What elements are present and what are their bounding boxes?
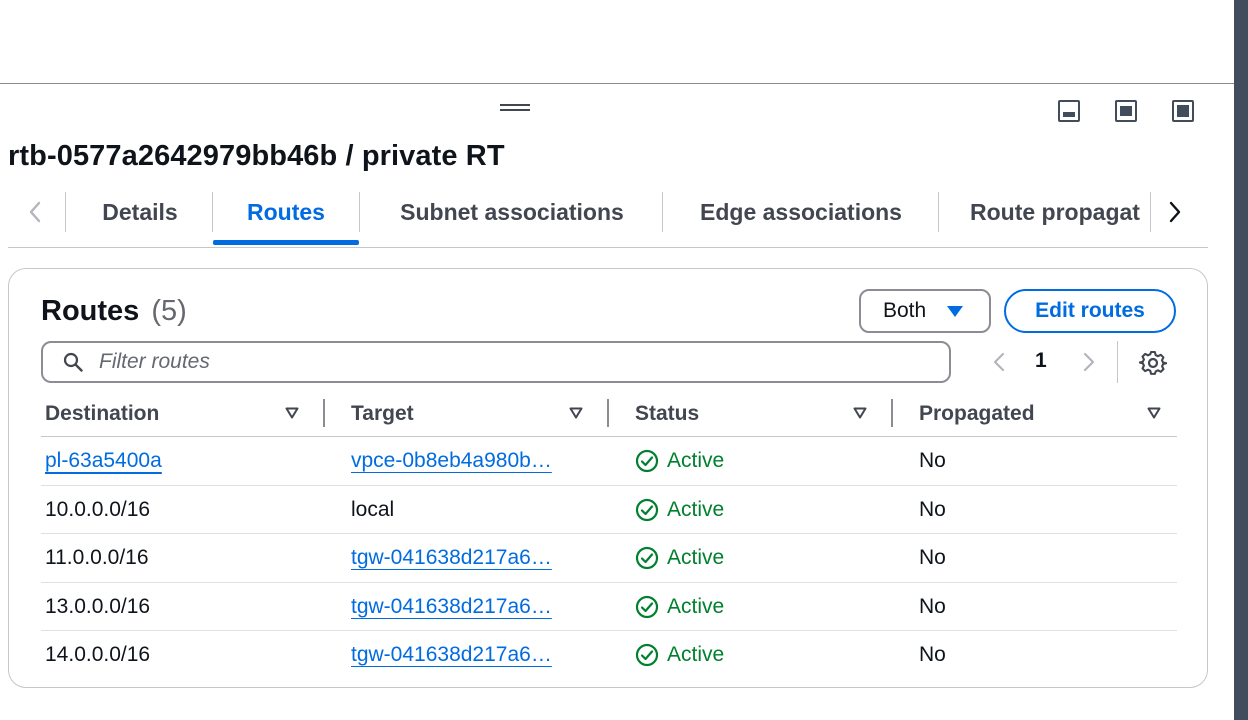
cell-destination: 10.0.0.0/16 [45, 497, 151, 521]
cell-propagated: No [919, 546, 946, 569]
tab-divider [212, 192, 213, 232]
search-icon [63, 352, 83, 372]
cell-target: tgw-041638d217a6… [351, 583, 581, 631]
chevron-left-icon [29, 201, 41, 223]
cell-target: local [351, 497, 395, 521]
cell-status: Active [635, 534, 724, 582]
check-circle-icon [635, 449, 659, 473]
column-resizer[interactable] [323, 399, 325, 427]
target-link[interactable]: tgw-041638d217a6… [351, 546, 552, 570]
tab-divider [65, 192, 66, 232]
page-title: rtb-0577a2642979bb46b / private RT [8, 140, 505, 172]
table-header: Destination Target Status Propagated [41, 391, 1177, 437]
cell-propagated: No [919, 449, 946, 472]
tab-details[interactable]: Details [70, 186, 210, 238]
table-row: 11.0.0.0/16 tgw-041638d217a6… Active No [41, 534, 1177, 583]
column-header-target[interactable]: Target [351, 391, 414, 437]
check-circle-icon [635, 498, 659, 521]
status-text: Active [667, 546, 725, 569]
target-link[interactable]: vpce-0b8eb4a980b… [351, 449, 552, 473]
tabs-scroll-left-button[interactable] [8, 186, 62, 238]
cell-target: vpce-0b8eb4a980b… [351, 437, 581, 485]
tab-divider [359, 192, 360, 232]
tab-route-propagation[interactable]: Route propagat [970, 186, 1150, 238]
target-link[interactable]: tgw-041638d217a6… [351, 595, 552, 619]
table-row: 13.0.0.0/16 tgw-041638d217a6… Active No [41, 583, 1177, 631]
pagination-current-page[interactable]: 1 [1035, 349, 1047, 373]
route-filter-value: Both [883, 299, 927, 322]
caret-down-icon [947, 306, 963, 317]
column-header-propagated[interactable]: Propagated [919, 391, 1035, 437]
caret-down-icon[interactable] [853, 407, 867, 419]
chevron-right-icon [1083, 352, 1095, 372]
check-circle-icon [635, 595, 659, 618]
tab-subnet-associations[interactable]: Subnet associations [362, 186, 662, 238]
cell-target: tgw-041638d217a6… [351, 631, 581, 679]
cell-propagated: No [919, 643, 946, 666]
check-circle-icon [635, 546, 659, 570]
chevron-left-icon [993, 352, 1005, 372]
cell-destination: 11.0.0.0/16 [45, 546, 149, 569]
routes-panel: Routes (5) Both Edit routes 1 Destinatio… [8, 268, 1208, 688]
routes-title: Routes [41, 295, 140, 327]
pagination-next-button[interactable] [1079, 349, 1099, 375]
pagination-previous-button[interactable] [989, 349, 1009, 375]
table-row: 10.0.0.0/16 local Active No [41, 486, 1177, 534]
filter-routes-box[interactable] [41, 341, 951, 383]
cell-destination: pl-63a5400a [45, 437, 162, 485]
blank-top-region [0, 0, 1234, 84]
tab-edge-associations[interactable]: Edge associations [664, 186, 938, 238]
cell-status: Active [635, 631, 724, 679]
split-bottom-icon[interactable] [1058, 100, 1080, 122]
cell-destination: 13.0.0.0/16 [45, 594, 151, 618]
routes-count: (5) [151, 295, 187, 327]
status-text: Active [667, 594, 725, 618]
cell-target: tgw-041638d217a6… [351, 534, 581, 582]
column-resizer[interactable] [891, 399, 893, 427]
tab-routes[interactable]: Routes [214, 186, 358, 238]
maximize-panel-icon[interactable] [1172, 100, 1194, 122]
status-text: Active [667, 497, 725, 521]
caret-down-icon[interactable] [285, 407, 299, 419]
route-filter-dropdown[interactable]: Both [859, 289, 991, 333]
gear-icon[interactable] [1139, 349, 1167, 377]
tab-bar: Details Routes Subnet associations Edge … [8, 186, 1208, 248]
status-text: Active [667, 643, 725, 666]
tab-divider [662, 192, 663, 232]
cell-status: Active [635, 437, 724, 485]
filter-routes-input[interactable] [99, 343, 919, 381]
pagination-divider [1117, 341, 1118, 383]
table-row: 14.0.0.0/16 tgw-041638d217a6… Active No [41, 631, 1177, 680]
table-row: pl-63a5400a vpce-0b8eb4a980b… Active No [41, 437, 1177, 486]
cell-status: Active [635, 486, 724, 534]
cell-status: Active [635, 583, 724, 631]
tab-divider [938, 192, 939, 232]
cell-propagated: No [919, 594, 946, 618]
cell-destination: 14.0.0.0/16 [45, 643, 151, 666]
table-body: pl-63a5400a vpce-0b8eb4a980b… Active No … [41, 437, 1177, 680]
caret-down-icon[interactable] [569, 407, 583, 419]
column-header-status[interactable]: Status [635, 391, 699, 437]
edit-routes-button[interactable]: Edit routes [1004, 289, 1176, 333]
split-side-icon[interactable] [1115, 100, 1137, 122]
check-circle-icon [635, 643, 659, 667]
caret-down-icon[interactable] [1147, 407, 1161, 419]
active-tab-indicator [213, 240, 359, 245]
routes-table: Destination Target Status Propagated pl-… [41, 391, 1177, 680]
cell-propagated: No [919, 497, 946, 521]
chevron-right-icon [1169, 201, 1181, 223]
window-right-edge [1234, 0, 1248, 720]
target-link[interactable]: tgw-041638d217a6… [351, 643, 552, 667]
panel-resize-handle[interactable] [500, 104, 530, 114]
routes-heading: Routes (5) [41, 295, 187, 328]
status-text: Active [667, 449, 725, 472]
destination-link[interactable]: pl-63a5400a [45, 449, 162, 473]
column-resizer[interactable] [607, 399, 609, 427]
tabs-scroll-right-button[interactable] [1148, 186, 1202, 238]
column-header-destination[interactable]: Destination [45, 391, 159, 437]
